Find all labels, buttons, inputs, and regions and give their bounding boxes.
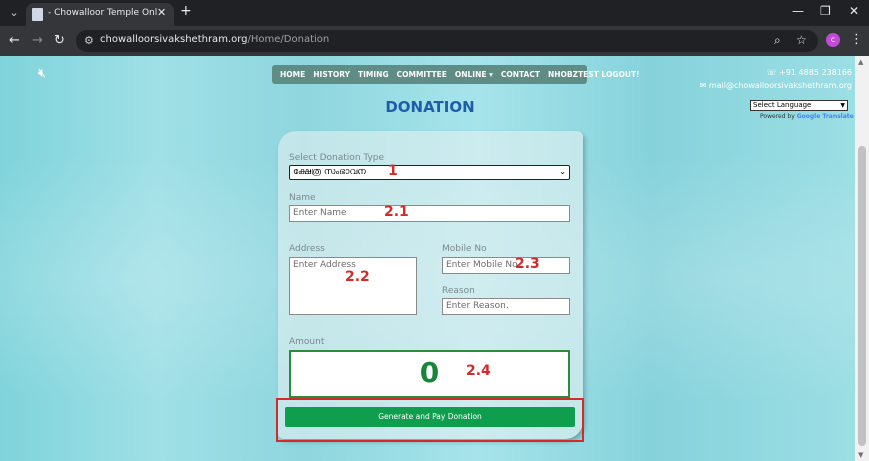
forward-icon[interactable]: → xyxy=(32,33,43,48)
page-favicon-icon xyxy=(32,8,43,21)
nav-online[interactable]: ONLINE ▾ xyxy=(455,70,493,79)
scroll-thumb[interactable] xyxy=(858,146,866,446)
page-title: DONATION xyxy=(385,98,475,116)
annotation-2-2: 2.2 xyxy=(345,269,370,285)
nav-timing[interactable]: TIMING xyxy=(358,70,389,79)
browser-tab[interactable]: - Chowalloor Temple Online Of ✕ xyxy=(26,3,174,26)
address-textarea[interactable]: Enter Address xyxy=(289,257,417,315)
mobile-label: Mobile No xyxy=(442,244,487,254)
page-scrollbar[interactable]: ▲ ▼ xyxy=(855,56,869,461)
tab-search-icon[interactable]: ⌄ xyxy=(6,5,22,21)
name-label: Name xyxy=(289,193,316,203)
tab-close-icon[interactable]: ✕ xyxy=(157,6,166,19)
nav-history[interactable]: HISTORY xyxy=(313,70,350,79)
chevron-down-icon: ▼ xyxy=(840,102,845,109)
page-viewport: 🔇︎ HOME HISTORY TIMING COMMITTEE ONLINE … xyxy=(0,56,869,461)
reason-label: Reason xyxy=(442,286,475,296)
chevron-down-icon: ⌄ xyxy=(559,167,566,176)
browser-toolbar: ← → ↻ ⚙ chowalloorsivakshethram.org/Home… xyxy=(0,26,869,56)
annotation-1: 1 xyxy=(388,163,398,179)
profile-avatar[interactable]: c xyxy=(826,33,840,47)
minimize-icon[interactable]: — xyxy=(792,4,804,18)
reason-input[interactable]: Enter Reason. xyxy=(442,298,570,315)
zoom-icon[interactable]: ⌕ xyxy=(774,33,781,48)
scroll-down-icon[interactable]: ▼ xyxy=(858,451,863,459)
mobile-input[interactable]: Enter Mobile No. xyxy=(442,257,570,274)
contact-phone: ☏ +91 4885 238166 xyxy=(766,68,852,77)
tab-title: - Chowalloor Temple Online Of xyxy=(48,8,158,18)
scroll-up-icon[interactable]: ▲ xyxy=(858,58,863,66)
amount-label: Amount xyxy=(289,337,325,347)
powered-by-google: Powered by Google Translate xyxy=(760,113,854,120)
address-label: Address xyxy=(289,244,325,254)
nav-logout[interactable]: NHOBZTEST LOGOUT! xyxy=(548,70,640,79)
amount-display[interactable]: 0 xyxy=(289,350,570,398)
new-tab-icon[interactable]: + xyxy=(180,3,192,19)
donation-type-label: Select Donation Type xyxy=(289,153,385,163)
highlight-box xyxy=(276,398,584,442)
browser-menu-icon[interactable]: ⋮ xyxy=(850,32,863,47)
mute-audio-icon[interactable]: 🔇︎ xyxy=(38,66,46,81)
amount-value: 0 xyxy=(419,356,440,389)
nav-home[interactable]: HOME xyxy=(280,70,305,79)
site-info-icon[interactable]: ⚙ xyxy=(84,34,94,47)
language-select-value: Select Language xyxy=(753,101,812,109)
annotation-2-4: 2.4 xyxy=(466,363,491,379)
window-close-icon[interactable]: ✕ xyxy=(849,4,859,18)
reload-icon[interactable]: ↻ xyxy=(54,33,65,48)
donation-type-value: ക്ഷേത്ര സംഭാവന xyxy=(293,167,366,177)
back-icon[interactable]: ← xyxy=(9,33,20,48)
nav-contact[interactable]: CONTACT xyxy=(501,70,540,79)
annotation-2-1: 2.1 xyxy=(384,204,409,220)
contact-email[interactable]: ✉ mail@chowalloorsivakshethram.org xyxy=(680,81,852,90)
restore-icon[interactable]: ❐ xyxy=(820,4,831,18)
url-text: chowalloorsivakshethram.org/Home/Donatio… xyxy=(100,34,330,45)
address-bar[interactable]: ⚙ chowalloorsivakshethram.org/Home/Donat… xyxy=(76,30,818,52)
nav-committee[interactable]: COMMITTEE xyxy=(397,70,447,79)
language-select[interactable]: Select Language ▼ xyxy=(750,100,848,111)
annotation-2-3: 2.3 xyxy=(515,256,540,272)
donation-form: Select Donation Type ക്ഷേത്ര സംഭാവന ⌄ Na… xyxy=(278,131,583,439)
donation-type-select[interactable]: ക്ഷേത്ര സംഭാവന ⌄ xyxy=(289,165,570,180)
bookmark-star-icon[interactable]: ☆ xyxy=(796,33,807,47)
name-input[interactable]: Enter Name xyxy=(289,205,570,222)
site-nav: HOME HISTORY TIMING COMMITTEE ONLINE ▾ C… xyxy=(272,65,639,84)
browser-tab-bar: ⌄ - Chowalloor Temple Online Of ✕ + — ❐ … xyxy=(0,0,869,26)
